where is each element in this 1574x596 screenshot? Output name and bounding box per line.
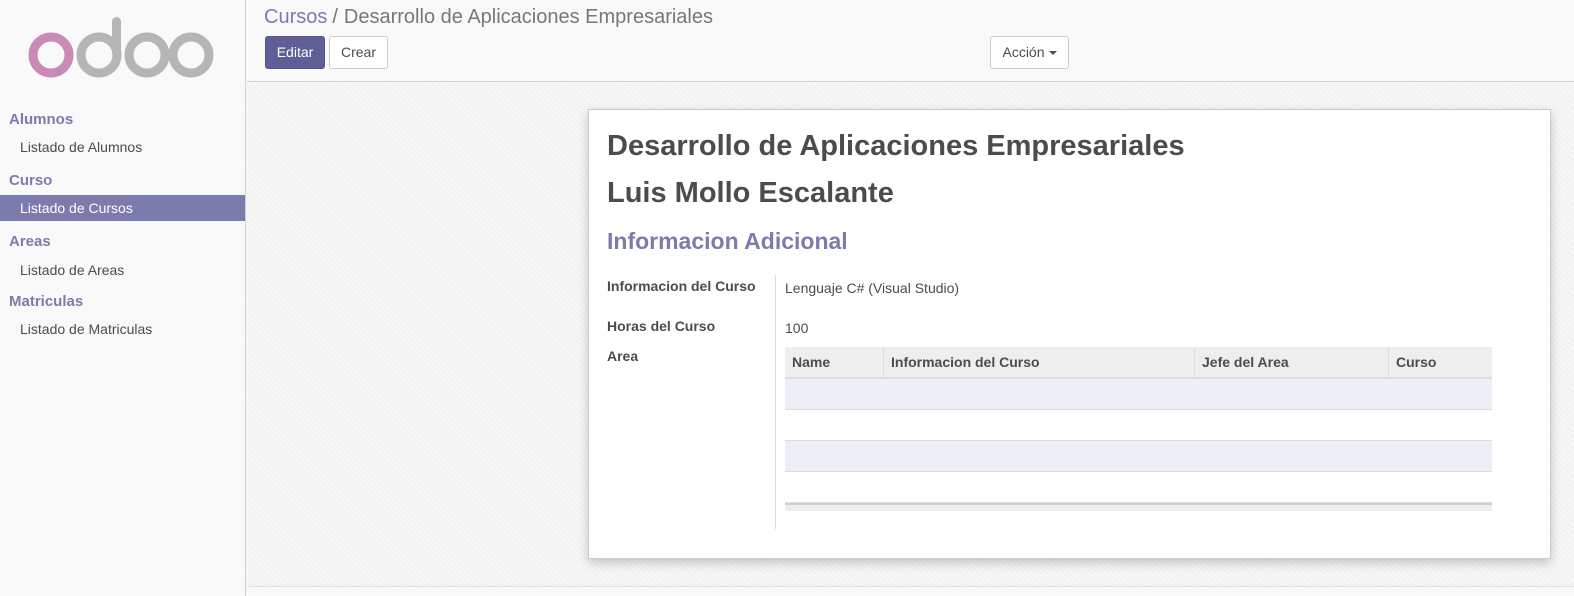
menu-item-listado-matriculas[interactable]: Listado de Matriculas <box>0 316 245 342</box>
action-label: Acción <box>1002 44 1045 60</box>
menu-item-listado-areas[interactable]: Listado de Areas <box>0 257 245 283</box>
section-separator: Informacion Adicional <box>607 228 848 254</box>
form-view-background: Desarrollo de Aplicaciones Empresariales… <box>247 83 1574 586</box>
area-table-footer <box>785 503 1492 511</box>
menu-section-areas: Areas <box>9 233 51 250</box>
horas-curso-value: 100 <box>785 320 809 336</box>
action-dropdown-button[interactable]: Acción <box>990 36 1069 69</box>
form-sheet: Desarrollo de Aplicaciones Empresariales… <box>588 109 1551 559</box>
table-row <box>785 410 1492 441</box>
table-row <box>785 441 1492 472</box>
menu-section-curso: Curso <box>9 172 53 189</box>
breadcrumb-current: Desarrollo de Aplicaciones Empresariales <box>343 6 713 28</box>
table-row <box>785 379 1492 410</box>
breadcrumb-separator: / <box>332 6 338 28</box>
area-label: Area <box>607 348 639 364</box>
field-divider <box>775 275 776 529</box>
column-header-jefe[interactable]: Jefe del Area <box>1194 347 1388 377</box>
info-curso-label: Informacion del Curso <box>607 278 756 294</box>
sidebar-menu: Alumnos Listado de Alumnos Curso Listado… <box>0 110 245 342</box>
column-header-informacion[interactable]: Informacion del Curso <box>883 347 1194 377</box>
record-subtitle: Luis Mollo Escalante <box>607 177 894 209</box>
control-panel: Cursos / Desarrollo de Aplicaciones Empres… <box>247 0 1574 82</box>
area-table-header: Name Informacion del Curso Jefe del Area… <box>785 347 1492 379</box>
create-button[interactable]: Crear <box>329 36 388 69</box>
sidebar: Alumnos Listado de Alumnos Curso Listado… <box>0 0 246 596</box>
column-header-name[interactable]: Name <box>785 347 883 377</box>
menu-section-alumnos: Alumnos <box>9 111 74 128</box>
caret-down-icon <box>1048 51 1057 56</box>
bottom-border <box>247 586 1574 596</box>
odoo-logo[interactable] <box>28 14 218 84</box>
column-header-curso[interactable]: Curso <box>1388 347 1492 377</box>
breadcrumb: Cursos / Desarrollo de Aplicaciones Empres… <box>264 5 713 29</box>
menu-section-matriculas: Matriculas <box>9 293 84 310</box>
horas-curso-label: Horas del Curso <box>607 318 716 334</box>
table-row <box>785 472 1492 503</box>
record-title: Desarrollo de Aplicaciones Empresariales <box>607 130 1185 162</box>
info-curso-value: Lenguaje C# (Visual Studio) <box>785 280 960 296</box>
area-table: Name Informacion del Curso Jefe del Area… <box>785 347 1492 511</box>
edit-button[interactable]: Editar <box>265 36 325 69</box>
breadcrumb-cursos-link[interactable]: Cursos <box>264 6 327 28</box>
menu-item-listado-alumnos[interactable]: Listado de Alumnos <box>0 134 245 160</box>
menu-item-listado-cursos[interactable]: Listado de Cursos <box>0 195 245 221</box>
